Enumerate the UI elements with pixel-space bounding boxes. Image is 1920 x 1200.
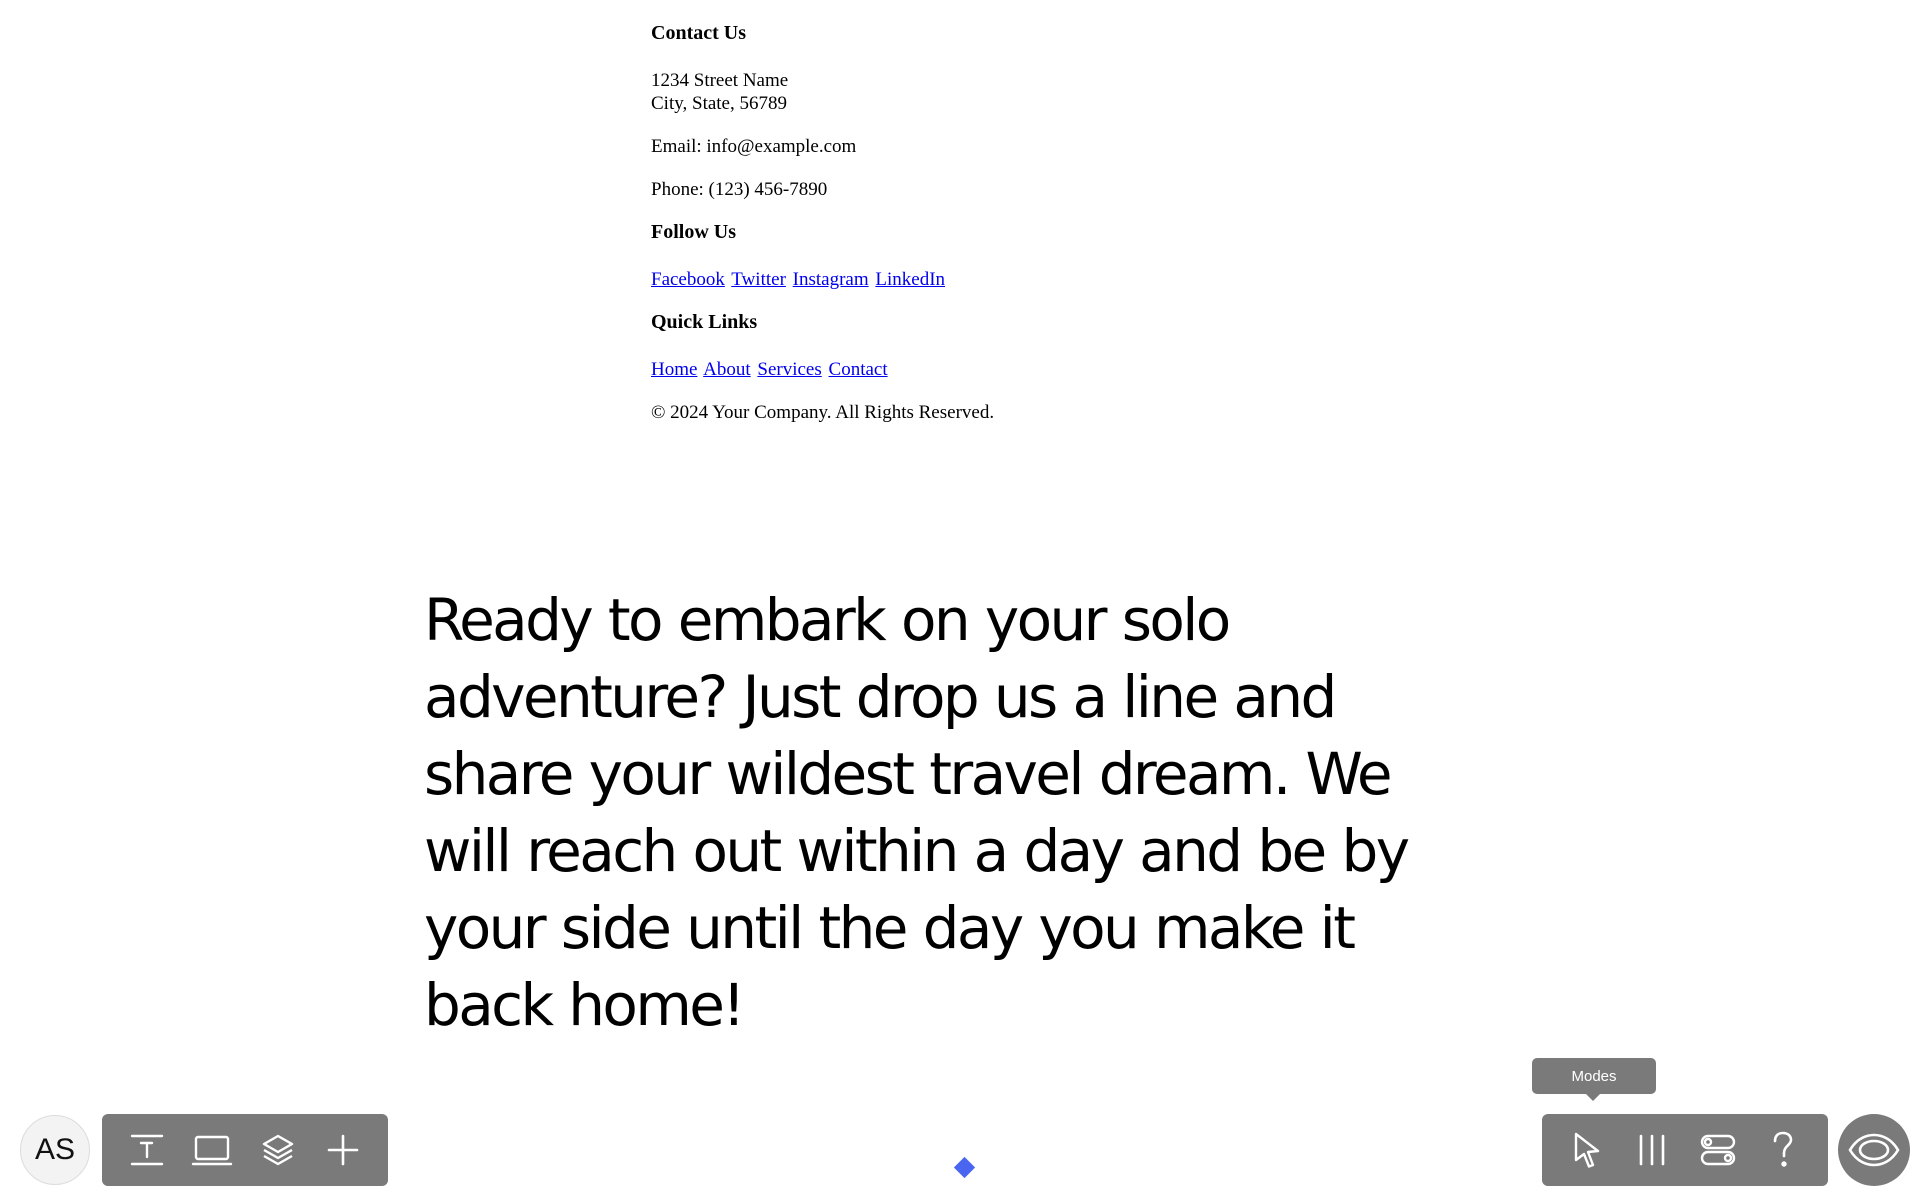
pointer-icon xyxy=(1574,1132,1599,1168)
email-text: Email: info@example.com xyxy=(651,136,857,157)
insert-toolbar xyxy=(102,1114,388,1186)
avatar[interactable]: AS xyxy=(20,1115,90,1185)
preview-button[interactable] xyxy=(1838,1114,1910,1186)
site-footer: Contact Us 1234 Street Name City, State,… xyxy=(651,22,994,444)
toggles-icon xyxy=(1700,1134,1735,1166)
layers-button[interactable] xyxy=(249,1119,307,1181)
about-link[interactable]: About xyxy=(703,359,751,380)
eye-icon xyxy=(1848,1133,1900,1167)
text-tool-button[interactable] xyxy=(118,1119,176,1181)
help-button[interactable] xyxy=(1755,1119,1813,1181)
modes-toolbar xyxy=(1542,1114,1828,1186)
quick-links-heading: Quick Links xyxy=(651,311,758,333)
plus-icon xyxy=(327,1134,359,1166)
pointer-mode-button[interactable] xyxy=(1558,1119,1616,1181)
instagram-link[interactable]: Instagram xyxy=(793,269,869,290)
help-icon xyxy=(1773,1131,1793,1167)
add-button[interactable] xyxy=(315,1119,373,1181)
contact-link[interactable]: Contact xyxy=(829,359,888,380)
linkedin-link[interactable]: LinkedIn xyxy=(875,269,945,290)
twitter-link[interactable]: Twitter xyxy=(731,269,786,290)
social-links: Facebook Twitter Instagram LinkedIn xyxy=(651,268,994,291)
quick-links: Home About Services Contact xyxy=(651,358,994,381)
copyright-text: © 2024 Your Company. All Rights Reserved… xyxy=(651,402,995,423)
layers-icon xyxy=(262,1134,293,1166)
modes-tooltip: Modes xyxy=(1532,1058,1656,1101)
phone-text: Phone: (123) 456-7890 xyxy=(651,179,828,200)
address-line-2: City, State, 56789 xyxy=(651,93,787,114)
facebook-link[interactable]: Facebook xyxy=(651,269,725,290)
columns-icon xyxy=(1639,1134,1665,1166)
frame-icon xyxy=(192,1135,233,1166)
hero-paragraph[interactable]: Ready to embark on your solo adventure? … xyxy=(424,582,1484,1044)
address-line-1: 1234 Street Name xyxy=(651,70,789,91)
services-link[interactable]: Services xyxy=(757,359,821,380)
diamond-marker-icon[interactable] xyxy=(953,1156,976,1179)
contact-heading: Contact Us xyxy=(651,22,746,44)
toggles-mode-button[interactable] xyxy=(1689,1119,1747,1181)
frame-tool-button[interactable] xyxy=(184,1119,242,1181)
text-tool-icon xyxy=(130,1134,163,1166)
address: 1234 Street Name City, State, 56789 xyxy=(651,69,994,115)
home-link[interactable]: Home xyxy=(651,359,697,380)
follow-heading: Follow Us xyxy=(651,221,736,243)
columns-mode-button[interactable] xyxy=(1624,1119,1682,1181)
